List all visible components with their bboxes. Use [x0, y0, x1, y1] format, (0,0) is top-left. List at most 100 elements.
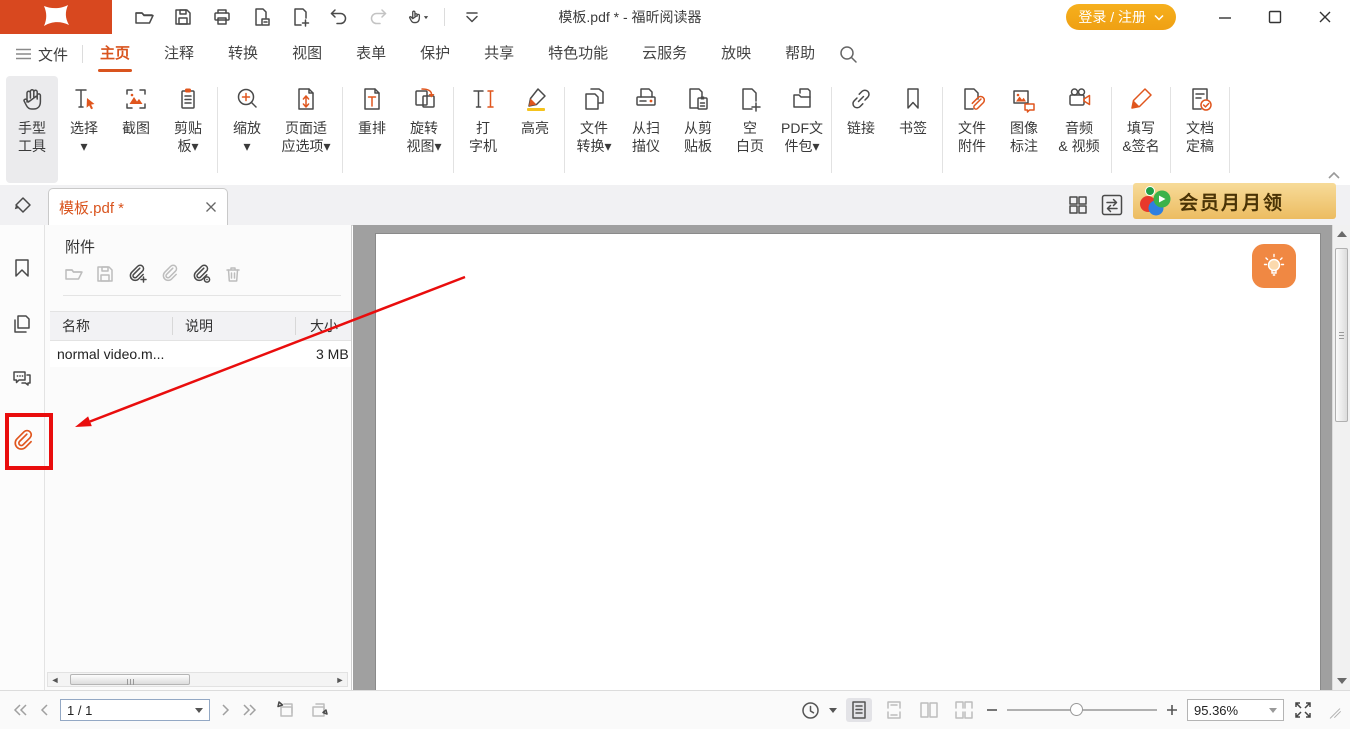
reflow-tool[interactable]: 重排	[346, 76, 398, 183]
single-page-view-button[interactable]	[846, 698, 872, 722]
fill-sign-tool[interactable]: 填写 &签名	[1115, 76, 1167, 183]
convert-tool[interactable]: 文件 转换▾	[568, 76, 620, 183]
prev-view-icon[interactable]	[275, 700, 297, 720]
bookmark-tool[interactable]: 书签	[887, 76, 939, 183]
tab-form[interactable]: 表单	[339, 34, 403, 74]
column-size[interactable]: 大小	[295, 317, 351, 335]
fullscreen-icon[interactable]	[1293, 700, 1313, 720]
bookmarks-panel-button[interactable]	[10, 256, 34, 280]
finalize-tool[interactable]: 文档 定稿	[1174, 76, 1226, 183]
close-tab-icon[interactable]	[205, 201, 217, 213]
page-number-input[interactable]: 1 / 1	[60, 699, 210, 721]
tab-help[interactable]: 帮助	[768, 34, 832, 74]
pdf-portfolio-tool[interactable]: PDF文 件包▾	[776, 76, 828, 183]
clipboard-tool[interactable]: 剪贴 板▾	[162, 76, 214, 183]
hand-tool[interactable]: 手型 工具	[6, 76, 58, 183]
undo-icon[interactable]	[327, 5, 351, 29]
scroll-left-icon[interactable]: ◄	[48, 675, 62, 685]
annotation-pencil-icon[interactable]	[12, 195, 34, 217]
print-icon[interactable]	[210, 5, 234, 29]
zoom-in-icon[interactable]	[1166, 704, 1178, 716]
scrollbar-thumb[interactable]	[1335, 248, 1348, 422]
file-menu-button[interactable]: 文件	[16, 44, 68, 65]
facing-continuous-view-button[interactable]	[951, 698, 977, 722]
zoom-slider[interactable]	[1007, 700, 1157, 720]
scroll-right-icon[interactable]: ►	[333, 675, 347, 685]
save-attachment-icon[interactable]	[95, 264, 115, 284]
facing-view-button[interactable]	[916, 698, 942, 722]
auto-scroll-clock-icon[interactable]	[801, 701, 820, 720]
attachment-settings-icon[interactable]	[190, 264, 212, 284]
redo-icon[interactable]	[366, 5, 390, 29]
login-button[interactable]: 登录 / 注册	[1066, 4, 1176, 30]
tab-view[interactable]: 视图	[275, 34, 339, 74]
tab-slideshow[interactable]: 放映	[704, 34, 768, 74]
save-icon[interactable]	[171, 5, 195, 29]
vip-promo-banner[interactable]: 会员月月领	[1133, 183, 1336, 219]
tab-protect[interactable]: 保护	[403, 34, 467, 74]
highlight-tool[interactable]: 高亮	[509, 76, 561, 183]
attachment-row[interactable]: normal video.m... 3 MB	[50, 341, 351, 367]
tab-home[interactable]: 主页	[83, 34, 147, 74]
remove-page-icon[interactable]	[249, 5, 273, 29]
resize-grip[interactable]	[1326, 703, 1340, 717]
tab-cloud[interactable]: 云服务	[625, 34, 704, 74]
link-tool[interactable]: 链接	[835, 76, 887, 183]
tab-features[interactable]: 特色功能	[531, 34, 625, 74]
first-page-icon[interactable]	[12, 703, 28, 717]
from-clipboard-tool[interactable]: 从剪 贴板	[672, 76, 724, 183]
open-folder-icon[interactable]	[64, 264, 84, 284]
snapshot-tool[interactable]: 截图	[110, 76, 162, 183]
tab-share[interactable]: 共享	[467, 34, 531, 74]
select-tool[interactable]: 选择 ▾	[58, 76, 110, 183]
attachment-icon[interactable]	[159, 264, 179, 284]
maximize-button[interactable]	[1250, 0, 1300, 34]
scroll-down-icon[interactable]	[1337, 678, 1347, 684]
column-name[interactable]: 名称	[50, 317, 172, 335]
image-annotation-tool[interactable]: 图像 标注	[998, 76, 1050, 183]
tab-convert[interactable]: 转换	[211, 34, 275, 74]
tab-comment[interactable]: 注释	[147, 34, 211, 74]
collapse-ribbon-icon[interactable]	[1328, 171, 1340, 179]
scroll-up-icon[interactable]	[1337, 231, 1347, 237]
last-page-icon[interactable]	[242, 703, 258, 717]
attachments-panel-button[interactable]	[10, 428, 34, 452]
minimize-button[interactable]	[1200, 0, 1250, 34]
close-button[interactable]	[1300, 0, 1350, 34]
rotate-view-tool[interactable]: 旋转 视图▾	[398, 76, 450, 183]
scrollbar-thumb[interactable]	[70, 674, 190, 685]
grid-view-icon[interactable]	[1068, 195, 1088, 215]
zoom-slider-thumb[interactable]	[1070, 703, 1083, 716]
file-attachment-tool[interactable]: 文件 附件	[946, 76, 998, 183]
pages-panel-button[interactable]	[10, 312, 34, 336]
column-description[interactable]: 说明	[172, 317, 295, 335]
vertical-scrollbar[interactable]	[1332, 225, 1350, 690]
chevron-down-icon[interactable]	[829, 708, 837, 713]
chevron-down-icon[interactable]	[1269, 708, 1277, 713]
chevron-down-icon[interactable]	[195, 708, 203, 713]
open-file-icon[interactable]	[132, 5, 156, 29]
from-scanner-tool[interactable]: 从扫 描仪	[620, 76, 672, 183]
document-tab[interactable]: 模板.pdf *	[48, 188, 228, 225]
pdf-page[interactable]	[375, 233, 1321, 690]
page-fit-tool[interactable]: 页面适 应选项▾	[273, 76, 339, 183]
lightbulb-assistant-button[interactable]	[1252, 244, 1296, 288]
search-icon[interactable]	[838, 44, 858, 64]
audio-video-tool[interactable]: 音频 & 视频	[1050, 76, 1108, 183]
next-page-icon[interactable]	[221, 703, 231, 717]
add-page-icon[interactable]	[288, 5, 312, 29]
hand-pointer-icon[interactable]	[405, 5, 429, 29]
prev-page-icon[interactable]	[39, 703, 49, 717]
typewriter-tool[interactable]: 打 字机	[457, 76, 509, 183]
trash-icon[interactable]	[223, 264, 243, 284]
zoom-level-input[interactable]: 95.36%	[1187, 699, 1284, 721]
horizontal-scrollbar[interactable]: ◄ ►	[47, 672, 348, 687]
zoom-tool[interactable]: 缩放 ▾	[221, 76, 273, 183]
continuous-view-button[interactable]	[881, 698, 907, 722]
blank-page-tool[interactable]: 空 白页	[724, 76, 776, 183]
zoom-out-icon[interactable]	[986, 704, 998, 716]
next-view-icon[interactable]	[308, 700, 330, 720]
foxit-logo[interactable]	[0, 0, 112, 34]
switch-tab-icon[interactable]	[1101, 194, 1123, 216]
add-attachment-icon[interactable]	[126, 264, 148, 284]
